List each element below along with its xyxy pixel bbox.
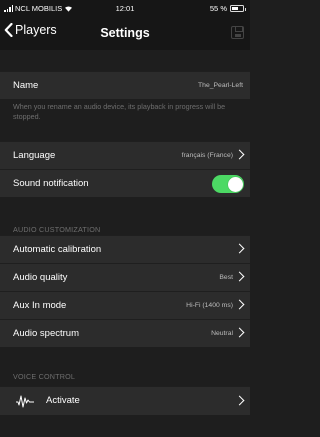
aux-in-mode-value: Hi-Fi (1400 ms) — [186, 302, 233, 309]
audio-spectrum-label: Audio spectrum — [13, 328, 80, 339]
audio-spectrum-value: Neutral — [211, 330, 233, 337]
audio-quality-row[interactable]: Audio quality Best — [0, 263, 250, 291]
aux-in-mode-row[interactable]: Aux In mode Hi-Fi (1400 ms) — [0, 291, 250, 319]
name-value: The_Pearl-Left — [198, 82, 243, 89]
toggle-knob — [227, 176, 243, 192]
language-label: Language — [13, 150, 56, 161]
chevron-right-icon — [234, 299, 245, 310]
chevron-right-icon — [234, 395, 245, 406]
chevron-right-icon — [234, 149, 245, 160]
page-title: Settings — [100, 26, 150, 40]
language-value: français (France) — [181, 152, 233, 159]
save-icon[interactable] — [231, 26, 244, 39]
battery-percent: 55 % — [209, 4, 227, 13]
chevron-right-icon — [234, 327, 245, 338]
activate-label: Activate — [46, 395, 80, 406]
battery-fill — [232, 7, 238, 10]
voice-activate-row[interactable]: Activate — [0, 386, 250, 415]
navigation-bar: Players Settings — [0, 17, 250, 50]
audio-customization-header: AUDIO CUSTOMIZATION — [13, 225, 101, 234]
battery-icon — [230, 5, 246, 12]
name-label: Name — [13, 80, 39, 91]
audio-quality-value: Best — [219, 274, 233, 281]
battery-info: 55 % — [209, 4, 246, 13]
rename-note: When you rename an audio device, its pla… — [13, 102, 226, 121]
voice-control-header: VOICE CONTROL — [13, 372, 76, 381]
chevron-right-icon — [234, 243, 245, 254]
aux-in-mode-label: Aux In mode — [13, 300, 67, 311]
automatic-calibration-row[interactable]: Automatic calibration — [0, 235, 250, 263]
audio-spectrum-row[interactable]: Audio spectrum Neutral — [0, 319, 250, 347]
chevron-right-icon — [234, 271, 245, 282]
automatic-calibration-label: Automatic calibration — [13, 244, 102, 255]
device-name-row[interactable]: Name The_Pearl-Left — [0, 71, 250, 99]
sound-notification-row: Sound notification — [0, 169, 250, 197]
audio-quality-label: Audio quality — [13, 272, 68, 283]
sound-notification-toggle[interactable] — [212, 175, 244, 193]
language-row[interactable]: Language français (France) — [0, 141, 250, 169]
status-bar: NCL MOBILIS 12:01 55 % — [0, 0, 250, 17]
sound-notification-label: Sound notification — [13, 178, 89, 189]
voice-wave-icon — [16, 395, 34, 408]
